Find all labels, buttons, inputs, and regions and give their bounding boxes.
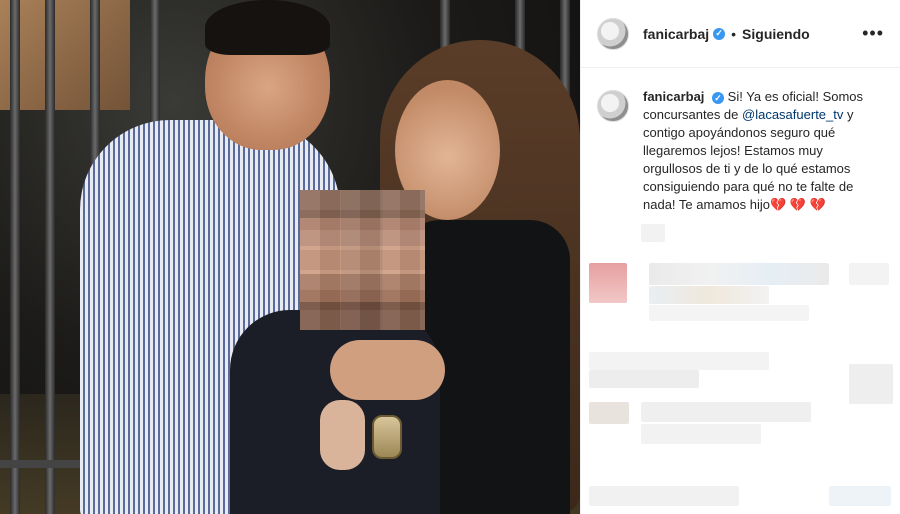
caption-avatar[interactable] (597, 90, 629, 122)
blur-block (589, 486, 739, 506)
verified-badge-icon: ✓ (712, 91, 725, 104)
separator-dot: • (731, 25, 737, 42)
gate-bar (10, 0, 20, 514)
post-side-panel: fanicarbaj ✓ • Siguiendo ••• fanicarbaj … (580, 0, 900, 514)
caption-text: fanicarbaj ✓ Si! Ya es oficial! Somos co… (643, 88, 884, 214)
blur-block (589, 402, 629, 424)
blur-block (589, 263, 627, 303)
blur-block (641, 402, 811, 422)
thumbs-up-hand (320, 400, 365, 470)
caption-comment: fanicarbaj ✓ Si! Ya es oficial! Somos co… (581, 68, 900, 214)
blur-block (849, 263, 889, 285)
instagram-post: fanicarbaj ✓ • Siguiendo ••• fanicarbaj … (0, 0, 900, 514)
hand (330, 340, 445, 400)
blur-block (649, 263, 829, 285)
blur-block (589, 370, 699, 388)
avatar[interactable] (597, 17, 629, 50)
username-link[interactable]: fanicarbaj (643, 26, 709, 42)
blur-block (849, 364, 893, 404)
blur-block (649, 305, 809, 321)
verified-badge-icon: ✓ (713, 27, 726, 40)
blur-block (641, 424, 761, 444)
mention-link[interactable]: @lacasafuerte_tv (742, 107, 843, 122)
blur-block (829, 486, 891, 506)
blur-block (641, 224, 665, 242)
child-face-pixelated (300, 190, 425, 330)
following-button[interactable]: Siguiendo (742, 26, 810, 42)
more-options-icon[interactable]: ••• (862, 23, 884, 44)
blur-block (589, 352, 769, 370)
gate-bar (45, 0, 55, 514)
caption-username[interactable]: fanicarbaj (643, 89, 704, 104)
post-photo[interactable] (0, 0, 580, 514)
post-header: fanicarbaj ✓ • Siguiendo ••• (581, 0, 900, 68)
man-hair (205, 0, 330, 55)
broken-heart-emojis: 💔 💔 💔 (769, 197, 826, 212)
wristwatch (372, 415, 402, 459)
blur-block (649, 286, 769, 304)
